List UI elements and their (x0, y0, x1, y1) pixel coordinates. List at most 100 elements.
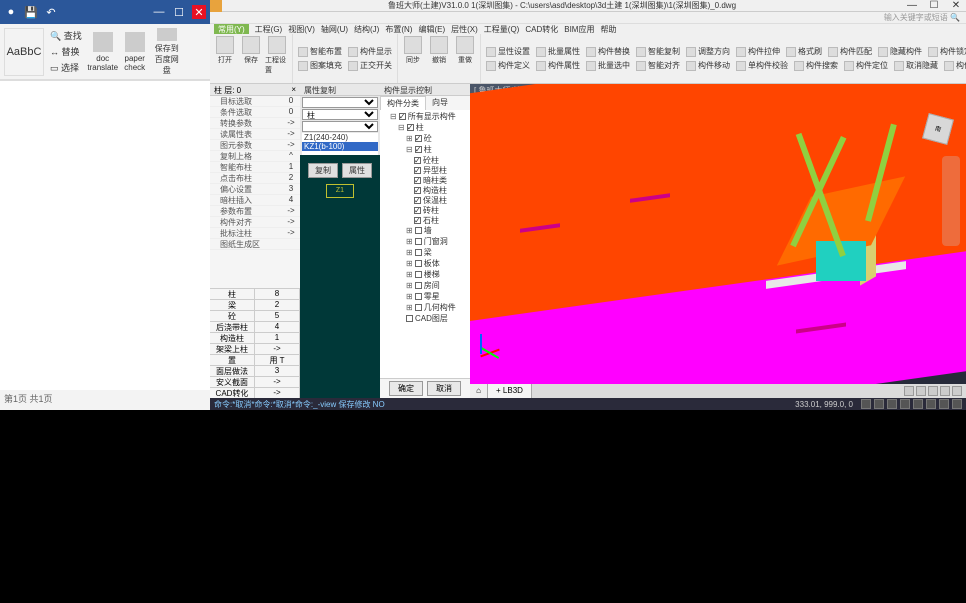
prop-图纸生成区[interactable]: 图纸生成区 (210, 239, 300, 250)
tb-构件移动[interactable]: 构件移动 (684, 59, 732, 73)
tree-node-板体[interactable]: ⊞板体 (382, 259, 468, 270)
menu-6[interactable]: 编辑(E) (418, 24, 445, 34)
word-document-area[interactable] (0, 80, 210, 390)
gp-item-0[interactable]: Z1(240-240) (302, 133, 378, 142)
tb-构件搜索[interactable]: 构件搜索 (792, 59, 840, 73)
tree-node-门窗洞[interactable]: ⊞门窗洞 (382, 237, 468, 248)
tree-node-几何构件[interactable]: ⊞几何构件 (382, 303, 468, 314)
cancel-button[interactable]: 取消 (427, 381, 461, 396)
maximize-icon[interactable]: ☐ (924, 0, 944, 11)
ptbl-CAD转化[interactable]: CAD转化-> (210, 387, 300, 398)
tree-node-异型柱[interactable]: 异型柱 (382, 166, 468, 176)
tb-重做[interactable]: 重做 (453, 36, 477, 80)
gp-select-3[interactable] (302, 121, 378, 132)
tree-node-房间[interactable]: ⊞房间 (382, 281, 468, 292)
tb-正交开关[interactable]: 正交开关 (346, 59, 394, 73)
ok-button[interactable]: 确定 (389, 381, 423, 396)
find-button[interactable]: 🔍 查找 (46, 28, 86, 43)
tree-node-砼柱[interactable]: 砼柱 (382, 156, 468, 166)
maximize-icon[interactable]: ☐ (172, 5, 186, 19)
close-icon[interactable]: ✕ (192, 5, 206, 19)
paper-check-button[interactable]: paper check (120, 28, 150, 76)
nav-bar[interactable] (942, 156, 960, 246)
tb-撤销[interactable]: 撤销 (427, 36, 451, 80)
osnap-toggle[interactable] (913, 399, 923, 409)
select-button[interactable]: ▭ 选择 (46, 60, 86, 75)
ptbl-砼[interactable]: 砼5 (210, 310, 300, 321)
lwt-toggle[interactable] (939, 399, 949, 409)
prop-读属性表[interactable]: 读属性表-> (210, 129, 300, 140)
tool-icon[interactable] (904, 386, 914, 396)
tb-智能对齐[interactable]: 智能对齐 (634, 59, 682, 73)
tree-node-暗柱类[interactable]: 暗柱类 (382, 176, 468, 186)
tree-node-零星[interactable]: ⊞零星 (382, 292, 468, 303)
tree-node-CAD图层[interactable]: CAD图层 (382, 314, 468, 324)
tool-icon[interactable] (928, 386, 938, 396)
ptbl-构造柱[interactable]: 构造柱1 (210, 332, 300, 343)
menu-2[interactable]: 视图(V) (288, 24, 315, 34)
tool-icon[interactable] (916, 386, 926, 396)
tree-tab-0[interactable]: 构件分类 (380, 96, 426, 110)
tb-图案填充[interactable]: 图案填充 (296, 59, 344, 73)
tb-打开[interactable]: 打开 (213, 36, 237, 80)
tb-构件锁定[interactable]: 构件锁定 (926, 45, 966, 59)
tb-批量属性[interactable]: 批量属性 (534, 45, 582, 59)
snap-toggle[interactable] (861, 399, 871, 409)
ptbl-梁[interactable]: 梁2 (210, 299, 300, 310)
prop-批标注柱[interactable]: 批标注柱-> (210, 228, 300, 239)
tree-node-柱[interactable]: ⊟柱 (382, 145, 468, 156)
tb-格式刷[interactable]: 格式刷 (784, 45, 824, 59)
save-cloud-button[interactable]: 保存到 百度网盘 (152, 28, 182, 76)
tb-构件替换[interactable]: 构件替换 (584, 45, 632, 59)
ptbl-面层做法[interactable]: 面层做法3 (210, 365, 300, 376)
menu-7[interactable]: 层性(X) (451, 24, 478, 34)
tb-构件显示[interactable]: 构件显示 (346, 45, 394, 59)
tb-构件定义[interactable]: 构件定义 (484, 59, 532, 73)
menu-5[interactable]: 布置(N) (385, 24, 412, 34)
tab-lb3d[interactable]: + LB3D (488, 384, 532, 398)
undo-icon[interactable]: ↶ (44, 5, 58, 19)
tree-node-墙[interactable]: ⊞墙 (382, 226, 468, 237)
tree-node-构造柱[interactable]: 构造柱 (382, 186, 468, 196)
command-line[interactable]: 命令:*取消*命令:*取消*命令:_-view 保存修改 NO (214, 399, 787, 410)
prop-暗柱插入[interactable]: 暗柱插入4 (210, 195, 300, 206)
tree-node-保温柱[interactable]: 保温柱 (382, 196, 468, 206)
ptbl-柱[interactable]: 柱8 (210, 288, 300, 299)
ptbl-后浇带柱[interactable]: 后浇带柱4 (210, 321, 300, 332)
close-icon[interactable]: ✕ (946, 0, 966, 11)
tree-tab-1[interactable]: 向导 (426, 96, 454, 110)
replace-button[interactable]: ↔ 替换 (46, 44, 86, 59)
prop-偏心设置[interactable]: 偏心设置3 (210, 184, 300, 195)
tree-node-楼梯[interactable]: ⊞楼梯 (382, 270, 468, 281)
tb-构件匹配[interactable]: 构件匹配 (826, 45, 874, 59)
tb-构件定位[interactable]: 构件定位 (842, 59, 890, 73)
save-icon[interactable]: 💾 (24, 5, 38, 19)
gp-select-2[interactable]: 柱 (302, 109, 378, 120)
tree-node-石柱[interactable]: 石柱 (382, 216, 468, 226)
tb-智能布置[interactable]: 智能布置 (296, 45, 344, 59)
copy-button[interactable]: 复制 (308, 163, 338, 178)
menu-0[interactable]: 常用(Y) (214, 24, 249, 34)
minimize-icon[interactable]: — (152, 5, 166, 19)
gp-select-1[interactable] (302, 97, 378, 108)
menu-4[interactable]: 结构(J) (354, 24, 379, 34)
tool-icon[interactable] (952, 386, 962, 396)
otrack-toggle[interactable] (926, 399, 936, 409)
tree-node-砼[interactable]: ⊞砼 (382, 134, 468, 145)
ptbl-置[interactable]: 置用 T (210, 354, 300, 365)
menu-9[interactable]: CAD转化 (525, 24, 558, 34)
tb-单构件校验[interactable]: 单构件校验 (734, 59, 790, 73)
tree-node-砖柱[interactable]: 砖柱 (382, 206, 468, 216)
tb-构件属性[interactable]: 构件属性 (534, 59, 582, 73)
grid-toggle[interactable] (874, 399, 884, 409)
cad-search-bar[interactable]: 输入关键字或短语 🔍 (210, 12, 966, 24)
translate-button[interactable]: doc translate (88, 28, 118, 76)
menu-8[interactable]: 工程量(Q) (484, 24, 520, 34)
prop-构件对齐[interactable]: 构件对齐-> (210, 217, 300, 228)
tb-取消隐藏[interactable]: 取消隐藏 (892, 59, 940, 73)
attr-button[interactable]: 属性 (342, 163, 372, 178)
menu-1[interactable]: 工程(G) (255, 24, 283, 34)
tb-智能复制[interactable]: 智能复制 (634, 45, 682, 59)
tb-工程设置[interactable]: 工程设置 (265, 36, 289, 80)
tb-同步[interactable]: 同步 (401, 36, 425, 80)
